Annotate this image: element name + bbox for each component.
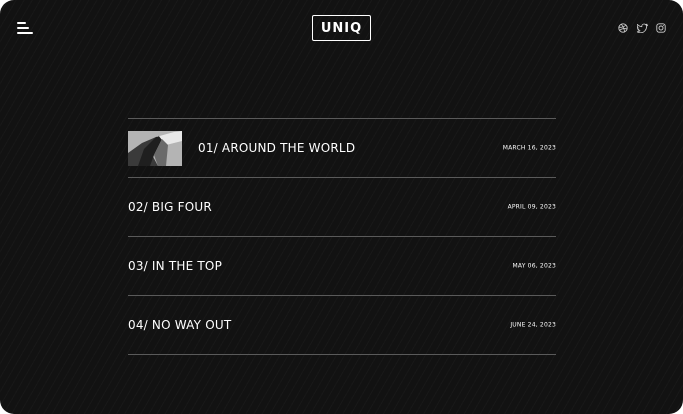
instagram-icon[interactable] [656, 23, 666, 33]
page-frame: UNIQ 01/ AROUND THE WORLD MARCH 16, 2023… [0, 0, 683, 414]
logo[interactable]: UNIQ [312, 15, 371, 41]
post-title: 04/ NO WAY OUT [128, 318, 232, 332]
menu-line [17, 32, 33, 34]
list-item[interactable]: 01/ AROUND THE WORLD MARCH 16, 2023 [128, 119, 556, 178]
post-date: MARCH 16, 2023 [502, 144, 556, 152]
post-title: 02/ BIG FOUR [128, 200, 212, 214]
post-title: 01/ AROUND THE WORLD [198, 141, 356, 155]
post-date: MAY 06, 2023 [512, 262, 556, 270]
menu-line [17, 22, 26, 24]
post-thumbnail[interactable] [128, 130, 182, 166]
post-list: 01/ AROUND THE WORLD MARCH 16, 2023 02/ … [128, 118, 556, 355]
twitter-icon[interactable] [637, 23, 648, 33]
dribbble-icon[interactable] [618, 23, 628, 33]
list-item[interactable]: 03/ IN THE TOP MAY 06, 2023 [128, 237, 556, 296]
social-links [618, 23, 666, 33]
menu-line [17, 27, 29, 29]
post-date: JUNE 24, 2023 [510, 321, 556, 329]
post-title: 03/ IN THE TOP [128, 259, 223, 273]
list-item[interactable]: 02/ BIG FOUR APRIL 09, 2023 [128, 178, 556, 237]
post-date: APRIL 09, 2023 [507, 203, 556, 211]
hamburger-menu-icon[interactable] [17, 22, 33, 34]
list-item[interactable]: 04/ NO WAY OUT JUNE 24, 2023 [128, 296, 556, 355]
